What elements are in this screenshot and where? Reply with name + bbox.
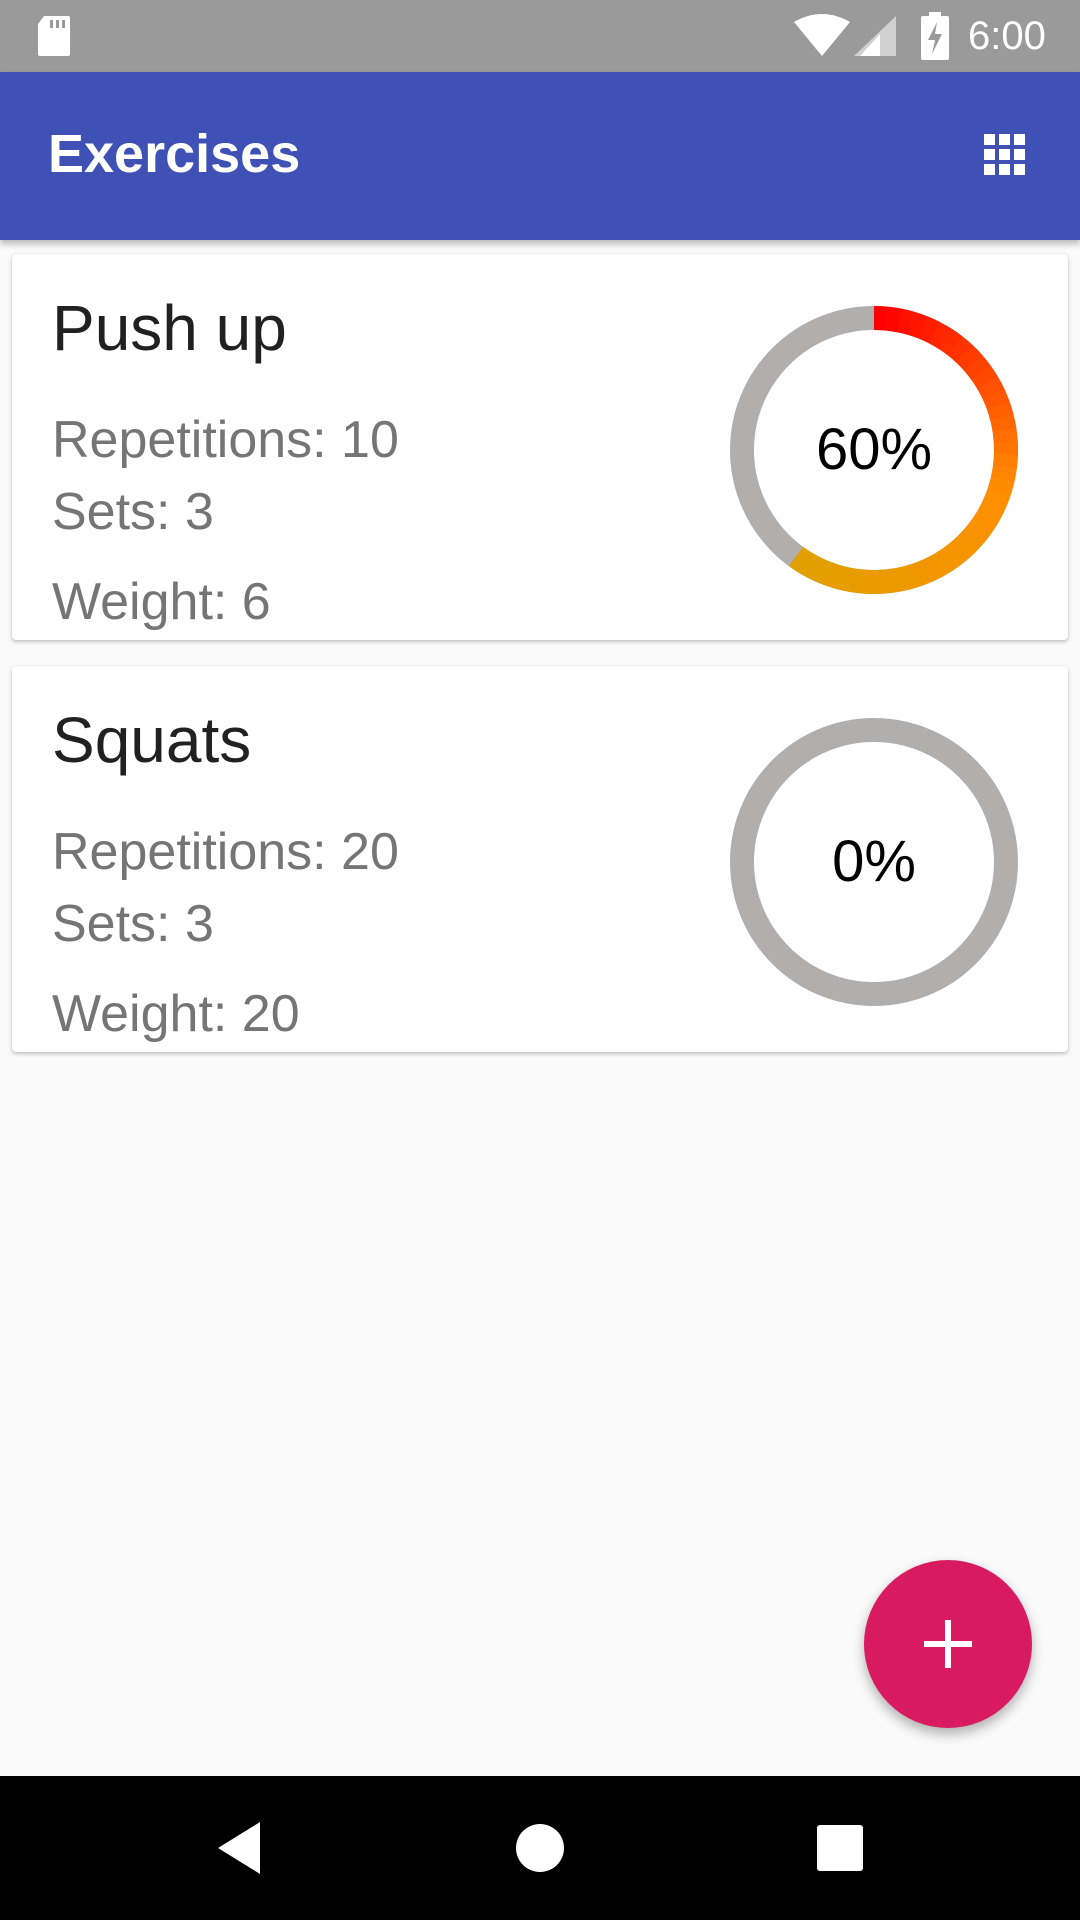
status-time: 6:00 xyxy=(968,14,1046,58)
exercise-sets: Sets: 3 xyxy=(52,895,214,953)
exercise-name: Push up xyxy=(52,292,287,364)
exercise-card-push-up[interactable]: Push up Repetitions: 10 Sets: 3 Weight: … xyxy=(12,254,1068,640)
add-exercise-button[interactable] xyxy=(864,1560,1032,1728)
exercise-name: Squats xyxy=(52,704,252,776)
progress-label: 0% xyxy=(832,829,916,894)
cell-signal-icon xyxy=(854,16,896,56)
progress-label: 60% xyxy=(815,417,933,482)
exercise-weight: Weight: 20 xyxy=(52,985,300,1043)
sd-card-icon xyxy=(38,16,70,56)
status-bar: 6:00 xyxy=(0,0,1080,72)
exercise-repetitions: Repetitions: 10 xyxy=(52,411,399,469)
home-icon[interactable] xyxy=(504,1812,576,1884)
exercise-repetitions: Repetitions: 20 xyxy=(52,823,399,881)
wifi-icon xyxy=(794,14,850,56)
back-icon[interactable] xyxy=(204,1812,276,1884)
app-bar: Exercises xyxy=(0,72,1080,240)
exercise-sets: Sets: 3 xyxy=(52,483,214,541)
plus-icon xyxy=(924,1620,972,1668)
battery-charging-icon xyxy=(921,12,949,60)
navigation-bar xyxy=(0,1776,1080,1920)
page-title: Exercises xyxy=(48,124,301,184)
exercise-weight: Weight: 6 xyxy=(52,573,271,631)
exercise-card-squats[interactable]: Squats Repetitions: 20 Sets: 3 Weight: 2… xyxy=(12,666,1068,1052)
grid-icon[interactable] xyxy=(968,128,1032,192)
recents-icon[interactable] xyxy=(804,1812,876,1884)
